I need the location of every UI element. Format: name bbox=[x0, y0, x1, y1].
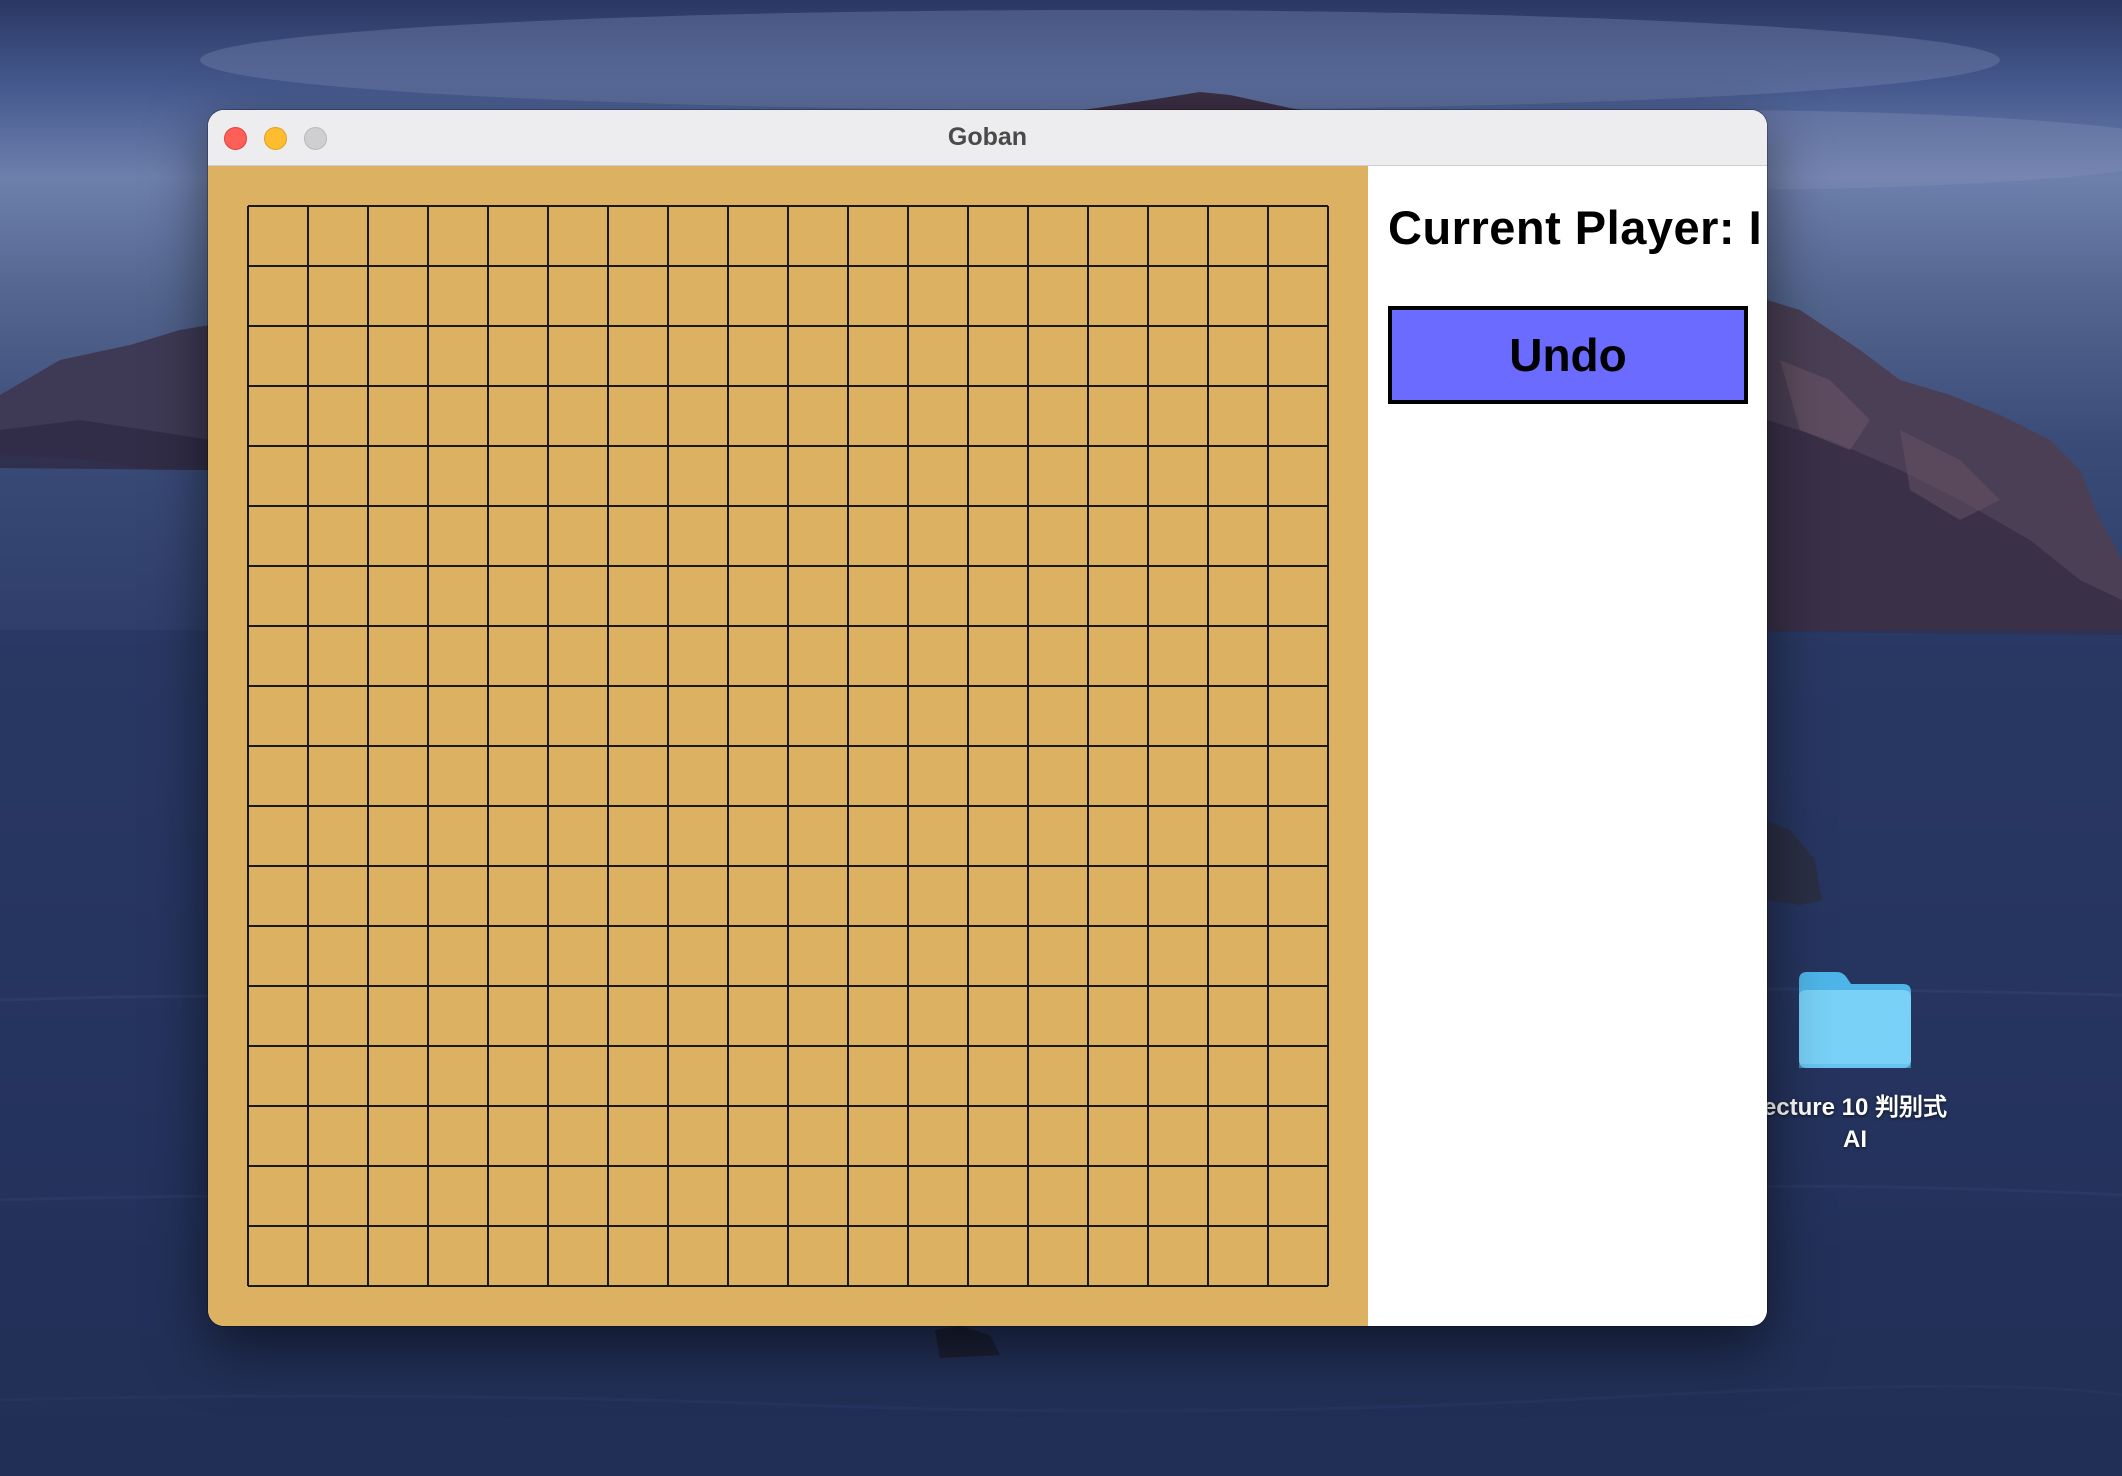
current-player-label: Current Player: I bbox=[1388, 201, 1763, 254]
folder-label-line1: ecture 10 判别式 bbox=[1762, 1094, 1948, 1121]
go-board-panel[interactable] bbox=[208, 166, 1368, 1326]
folder-label: ecture 10 判别式 AI bbox=[1745, 1092, 1965, 1156]
title-bar[interactable]: Goban bbox=[208, 110, 1767, 166]
desktop: ecture 10 判别式 AI Goban Current Player: I… bbox=[0, 0, 2122, 1476]
side-panel: Current Player: I Undo bbox=[1368, 166, 1767, 1326]
folder-icon bbox=[1799, 972, 1911, 1068]
window-title: Goban bbox=[947, 123, 1028, 151]
undo-button[interactable]: Undo bbox=[1388, 306, 1748, 404]
window-content: Current Player: I Undo bbox=[208, 166, 1767, 1326]
desktop-folder[interactable]: ecture 10 判别式 AI bbox=[1745, 968, 1965, 1156]
app-window: Goban Current Player: I Undo bbox=[208, 110, 1767, 1326]
folder-label-line2: AI bbox=[1843, 1126, 1867, 1153]
go-board[interactable] bbox=[208, 166, 1368, 1326]
